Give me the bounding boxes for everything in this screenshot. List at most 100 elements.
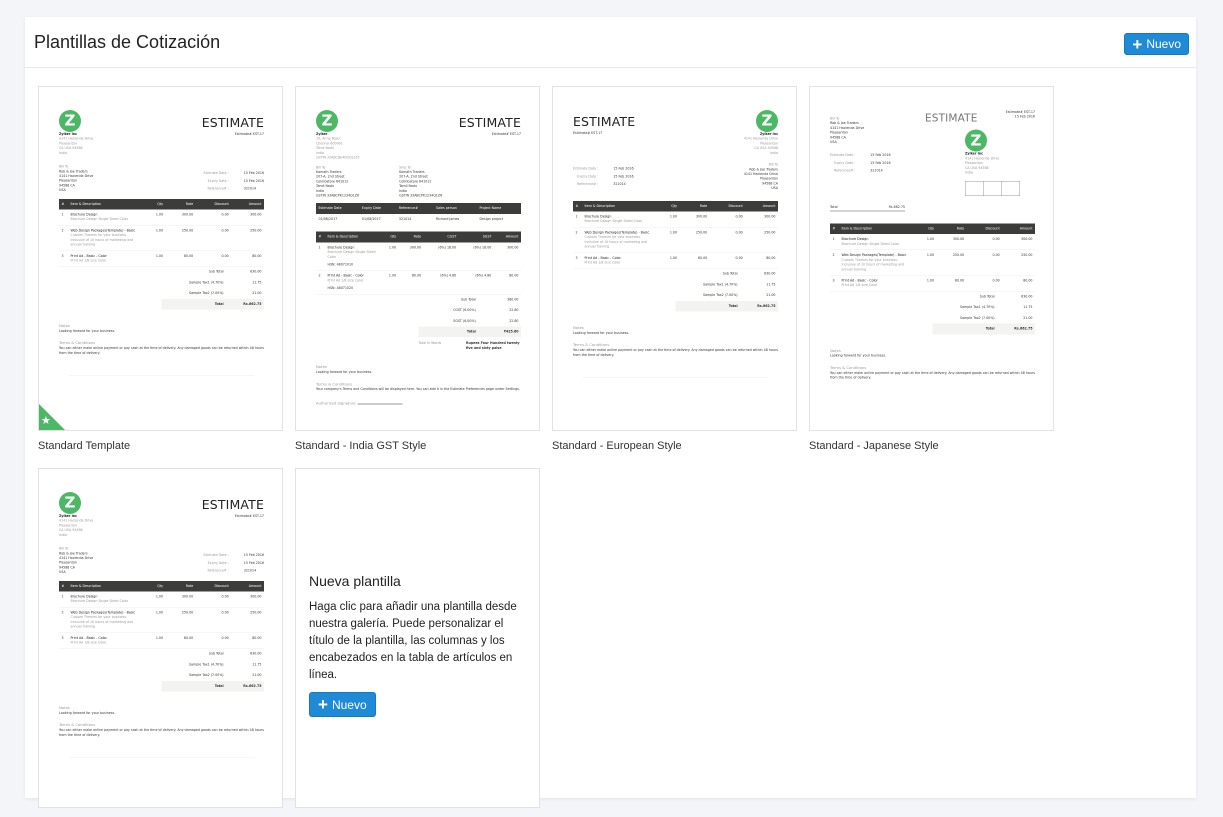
notes-section: Notes Looking forward for your business. T… xyxy=(830,348,1035,380)
page-header: Plantillas de Cotización + Nuevo xyxy=(25,17,1196,68)
estimate-meta: Estimate Date : 15 Feb 2016 Expiry Date : 1… xyxy=(573,165,634,188)
totals-table: Sub Total 630.00 Sample Tax1 (4.70%) 11.75 S… xyxy=(932,291,1036,335)
item-value: 80.00 xyxy=(936,275,967,292)
item-value: 0.00 xyxy=(195,591,232,608)
address-block: Bill To Rob & Joe Traders 4141 Hacienda Dr… xyxy=(830,116,905,144)
template-card[interactable]: Z Zylker Inc 4141 Hacienda Drive Pleasanton… xyxy=(38,468,283,808)
total-value: 11.75 xyxy=(252,662,262,667)
notes-text: Looking forward for your business. xyxy=(59,711,116,715)
total-value: 11.75 xyxy=(252,280,262,285)
template-card[interactable]: Estimate# EST-17 15 Feb 2016 Bill To Rob & … xyxy=(809,86,1054,431)
notes-text: Looking forward for your business. xyxy=(316,370,373,375)
template-preview: Estimate# EST-17 15 Feb 2016 Bill To Rob & … xyxy=(810,87,1053,430)
template-card[interactable]: Z Zylker Inc 4141 Hacienda Drive Pleasanton… xyxy=(38,86,283,431)
meta-row: Estimate Date : 15 Feb 2016 xyxy=(830,152,891,160)
meta-label: Estimate Date : xyxy=(830,153,856,158)
notes-text: Looking forward for your business. xyxy=(59,329,116,333)
terms-text: You can either make online payment or pa… xyxy=(830,370,1035,380)
item-value: 1.00 xyxy=(143,591,166,608)
estimate-title: ESTIMATE xyxy=(573,114,636,130)
template-card[interactable]: Z Zylker 10, Anna Road Chennai 600001 Tamil … xyxy=(295,86,540,431)
new-template-button[interactable]: + Nuevo xyxy=(1124,33,1189,55)
total-value: 630.00 xyxy=(250,269,262,274)
grand-total-row: Total Rs.662.75 xyxy=(161,298,264,310)
column-header: Qty xyxy=(143,580,166,592)
column-header: Amount xyxy=(231,580,264,592)
item-value: 0.00 xyxy=(966,234,1003,251)
meta-row: Reference# : 321014 xyxy=(573,181,634,189)
total-value: 630.00 xyxy=(764,271,776,276)
meta-value: 01/08/2017 xyxy=(318,216,338,221)
new-template-card-button[interactable]: + Nuevo xyxy=(309,692,376,717)
item-row: 2 Print Ad - Basic - Color Print Ad 1/8 si… xyxy=(316,270,521,295)
meta-value: 15 Feb 2016 xyxy=(243,553,264,558)
notes-section: Notes Looking forward for your business. T… xyxy=(573,326,778,358)
item-value: 1.00 xyxy=(657,227,680,253)
total-row: Sub Total 630.00 xyxy=(933,291,1036,302)
total-label: Sample Tax2 (7.00%) xyxy=(189,291,224,296)
meta-row: Expiry Date : 15 Feb 2016 xyxy=(203,559,264,567)
item-value: 1.00 xyxy=(914,234,937,251)
meta-column: Estimate Date xyxy=(316,203,360,214)
item-value: 300.00 xyxy=(398,242,424,271)
total-value: 380.00 xyxy=(507,297,519,302)
item-description: Web Design Packages(Template) - Basic Cus… xyxy=(68,225,143,251)
authorized-signature: Authorized Signature xyxy=(316,401,521,406)
item-value: 80.00 xyxy=(398,270,424,295)
item-number: 3 xyxy=(59,632,68,649)
item-desc: Brochure Design Single Sided Color xyxy=(841,241,900,246)
grand-total-row: Total Rs.662.75 xyxy=(675,300,778,312)
total-value: Rs.662.75 xyxy=(226,680,264,692)
billing-row: Bill To Rob & Joe Traders 4141 Hacienda Dr… xyxy=(59,165,264,193)
items-table: # Item & Description Qty Rate Discount Amount… xyxy=(59,198,264,267)
item-value: 1.00 xyxy=(143,250,166,267)
total-value: ₹425.60 xyxy=(478,326,521,338)
plus-icon: + xyxy=(318,695,328,714)
company-logo: Z xyxy=(59,492,81,514)
meta-value: 15 Feb 2016 xyxy=(243,178,264,183)
grand-total-row: Total ₹425.60 xyxy=(418,326,521,338)
item-row: 1 Brochure Design Brochure Design Single S… xyxy=(59,209,264,226)
item-value: 80.00 xyxy=(493,270,521,295)
total-value: 11.75 xyxy=(1023,305,1033,310)
item-row: 3 Print Ad - Basic - Color Print Ad 1/8 si… xyxy=(59,250,264,267)
item-row: 1 Brochure Design Brochure Design Single S… xyxy=(316,242,521,271)
total-label: Sample Tax1 (4.70%) xyxy=(703,282,738,287)
meta-label: Estimate Date : xyxy=(573,166,599,171)
meta-row: Expiry Date : 15 Feb 2016 xyxy=(203,177,264,185)
total-value: 22.80 xyxy=(509,308,519,313)
item-desc: Custom Themes for your business. Inclusi… xyxy=(70,233,134,247)
item-desc: Brochure Design Single Sided Color xyxy=(327,250,376,259)
address-line: India xyxy=(59,150,67,155)
grand-total-row: Total Rs.662.75 xyxy=(161,680,264,692)
meta-row: Estimate Date : 15 Feb 2016 xyxy=(203,552,264,560)
address-line: USA xyxy=(771,186,778,191)
total-label: Total xyxy=(830,204,838,209)
signature-line xyxy=(357,403,403,405)
item-description: Print Ad - Basic - Color Print Ad 1/8 siz… xyxy=(68,250,143,267)
address-line: GSTIN 33ABCPK1234Q1Z6 xyxy=(399,193,443,198)
total-row: Sub Total 630.00 xyxy=(676,269,779,280)
address-block: Ship To Kamath Traders 207-A, 2nd Street Co… xyxy=(399,165,442,198)
item-desc: Custom Themes for your business. Inclusi… xyxy=(841,257,905,272)
column-header: # xyxy=(59,198,68,210)
meta-row: Reference# : 321014 xyxy=(203,185,264,193)
item-desc: Brochure Design Single Sided Color xyxy=(70,217,129,222)
new-label: Nuevo xyxy=(331,697,367,712)
template-name: Standard - India GST Style xyxy=(295,440,427,452)
template-card[interactable]: ESTIMATE Estimate# EST-17 Z Zylker Inc 4141 … xyxy=(552,86,797,431)
item-row: 3 Print Ad - Basic - Color Print Ad 1/8 si… xyxy=(573,252,778,269)
item-description: Brochure Design Brochure Design Single Si… xyxy=(68,591,143,608)
column-header: Qty xyxy=(143,198,166,210)
item-value: 250.00 xyxy=(165,225,196,251)
column-header: Discount xyxy=(966,223,1003,235)
column-header: # xyxy=(573,200,582,212)
footer-line xyxy=(69,375,254,377)
total-value: Rs.662.75 xyxy=(226,298,264,310)
meta-value: 01/08/2017 xyxy=(361,216,381,221)
column-header: Qty xyxy=(380,231,399,243)
total-row: Sub Total 380.00 xyxy=(419,294,522,305)
address-block: Zylker Inc 4141 Hacienda Drive Pleasanton C… xyxy=(59,132,93,156)
estimate-number: Estimate# EST-17 xyxy=(491,132,521,137)
item-value: 250.00 xyxy=(231,225,264,251)
